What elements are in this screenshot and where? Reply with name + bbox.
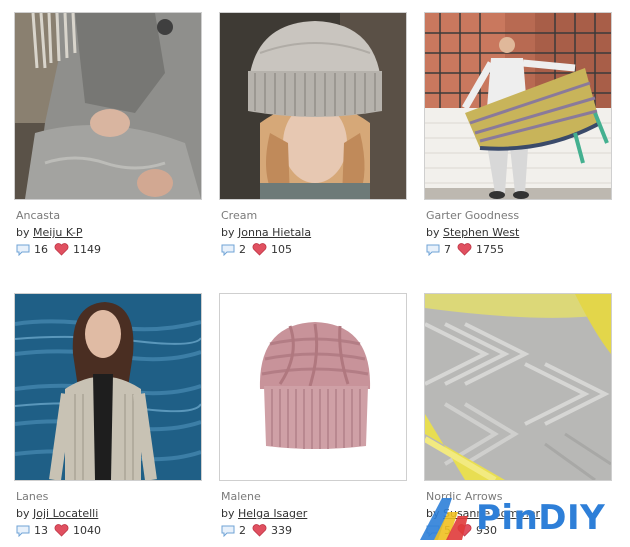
pattern-photo-lanes[interactable] [14, 293, 202, 481]
cardigan-sea-photo [15, 294, 201, 480]
pattern-title[interactable]: Cream [221, 207, 407, 224]
pattern-meta: Garter Goodness by Stephen West 7 1755 [426, 207, 612, 258]
watermark-text: PinDIY [476, 498, 606, 538]
pattern-stats: 2 105 [221, 241, 407, 258]
pattern-stats: 7 1755 [426, 241, 612, 258]
pattern-card-malene: Malene by Helga Isager 2 339 [219, 293, 407, 543]
pattern-card-garter-goodness: Garter Goodness by Stephen West 7 1755 [424, 12, 612, 262]
by-label: by [221, 226, 235, 239]
grey-cardigan-photo [15, 13, 201, 199]
pattern-stats: 16 1149 [16, 241, 202, 258]
pattern-title[interactable]: Malene [221, 488, 407, 505]
pindiy-logo-icon [420, 498, 468, 540]
by-label: by [16, 226, 30, 239]
by-label: by [221, 507, 235, 520]
pattern-photo-malene[interactable] [219, 293, 407, 481]
pattern-byline: by Jonna Hietala [221, 224, 407, 241]
pattern-photo-cream[interactable] [219, 12, 407, 200]
like-count: 1040 [73, 524, 101, 537]
comment-icon [16, 244, 30, 256]
like-count: 105 [271, 243, 292, 256]
comment-count: 16 [34, 243, 48, 256]
pattern-photo-ancasta[interactable] [14, 12, 202, 200]
pattern-card-cream: Cream by Jonna Hietala 2 105 [219, 12, 407, 262]
designer-link[interactable]: Helga Isager [238, 507, 307, 520]
pattern-title[interactable]: Lanes [16, 488, 202, 505]
pattern-byline: by Helga Isager [221, 505, 407, 522]
pattern-byline: by Meiju K-P [16, 224, 202, 241]
designer-link[interactable]: Joji Locatelli [33, 507, 98, 520]
pattern-grid: Ancasta by Meiju K-P 16 1149 Cream by Jo… [0, 0, 630, 547]
arrow-blanket-photo [425, 294, 611, 480]
pink-hat-photo [220, 294, 406, 480]
heart-icon[interactable] [54, 524, 69, 537]
designer-link[interactable]: Stephen West [443, 226, 519, 239]
comment-icon [16, 525, 30, 537]
shawl-photo [425, 13, 611, 199]
comment-count: 13 [34, 524, 48, 537]
like-count: 339 [271, 524, 292, 537]
designer-link[interactable]: Meiju K-P [33, 226, 83, 239]
pattern-photo-nordic-arrows[interactable] [424, 293, 612, 481]
like-count: 1755 [476, 243, 504, 256]
pattern-title[interactable]: Ancasta [16, 207, 202, 224]
pattern-card-lanes: Lanes by Joji Locatelli 13 1040 [14, 293, 202, 543]
heart-icon[interactable] [252, 524, 267, 537]
comment-count: 2 [239, 524, 246, 537]
knit-hat-photo [220, 13, 406, 199]
heart-icon[interactable] [54, 243, 69, 256]
comment-count: 7 [444, 243, 451, 256]
pattern-byline: by Joji Locatelli [16, 505, 202, 522]
like-count: 1149 [73, 243, 101, 256]
pattern-meta: Ancasta by Meiju K-P 16 1149 [16, 207, 202, 258]
pattern-meta: Cream by Jonna Hietala 2 105 [221, 207, 407, 258]
pattern-meta: Lanes by Joji Locatelli 13 1040 [16, 488, 202, 539]
comment-count: 2 [239, 243, 246, 256]
pattern-stats: 13 1040 [16, 522, 202, 539]
pindiy-watermark: PinDIY [418, 494, 630, 542]
pattern-title[interactable]: Garter Goodness [426, 207, 612, 224]
pattern-meta: Malene by Helga Isager 2 339 [221, 488, 407, 539]
pattern-byline: by Stephen West [426, 224, 612, 241]
designer-link[interactable]: Jonna Hietala [238, 226, 311, 239]
by-label: by [16, 507, 30, 520]
comment-icon [426, 244, 440, 256]
comment-icon [221, 244, 235, 256]
heart-icon[interactable] [457, 243, 472, 256]
pattern-photo-garter-goodness[interactable] [424, 12, 612, 200]
pattern-card-ancasta: Ancasta by Meiju K-P 16 1149 [14, 12, 202, 262]
heart-icon[interactable] [252, 243, 267, 256]
comment-icon [221, 525, 235, 537]
pattern-stats: 2 339 [221, 522, 407, 539]
by-label: by [426, 226, 440, 239]
